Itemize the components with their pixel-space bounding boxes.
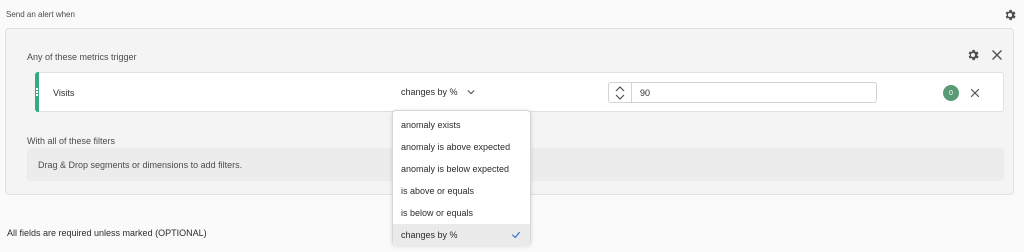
threshold-input[interactable] xyxy=(631,82,877,103)
menu-item-selected[interactable]: changes by % xyxy=(393,224,530,246)
filters-panel-title: With all of these filters xyxy=(27,136,116,146)
close-icon[interactable] xyxy=(969,87,981,99)
chevron-up-icon[interactable] xyxy=(615,86,625,92)
menu-item[interactable]: anomaly is below expected xyxy=(393,158,530,180)
menu-item[interactable]: anomaly exists xyxy=(393,114,530,136)
condition-value: changes by % xyxy=(401,87,458,97)
condition-dropdown[interactable]: changes by % xyxy=(401,87,476,97)
dropzone-hint: Drag & Drop segments or dimensions to ad… xyxy=(38,160,243,170)
required-fields-note: All fields are required unless marked (O… xyxy=(7,228,207,238)
condition-menu: anomaly exists anomaly is above expected… xyxy=(392,110,531,246)
menu-item[interactable]: is above or equals xyxy=(393,180,530,202)
chevron-down-icon xyxy=(467,90,475,95)
checkmark-icon xyxy=(512,231,520,239)
chevron-down-icon[interactable] xyxy=(615,94,625,100)
drag-dots-icon xyxy=(36,88,38,96)
menu-item[interactable]: is below or equals xyxy=(393,202,530,224)
value-stepper[interactable] xyxy=(608,82,632,103)
section-title: Send an alert when xyxy=(6,10,75,19)
close-icon[interactable] xyxy=(990,48,1004,62)
gear-icon[interactable] xyxy=(966,48,980,62)
status-badge: 0 xyxy=(943,85,959,101)
metrics-panel-title: Any of these metrics trigger xyxy=(27,52,137,62)
metric-name: Visits xyxy=(53,88,75,98)
gear-icon[interactable] xyxy=(1003,8,1017,22)
menu-item[interactable]: anomaly is above expected xyxy=(393,136,530,158)
